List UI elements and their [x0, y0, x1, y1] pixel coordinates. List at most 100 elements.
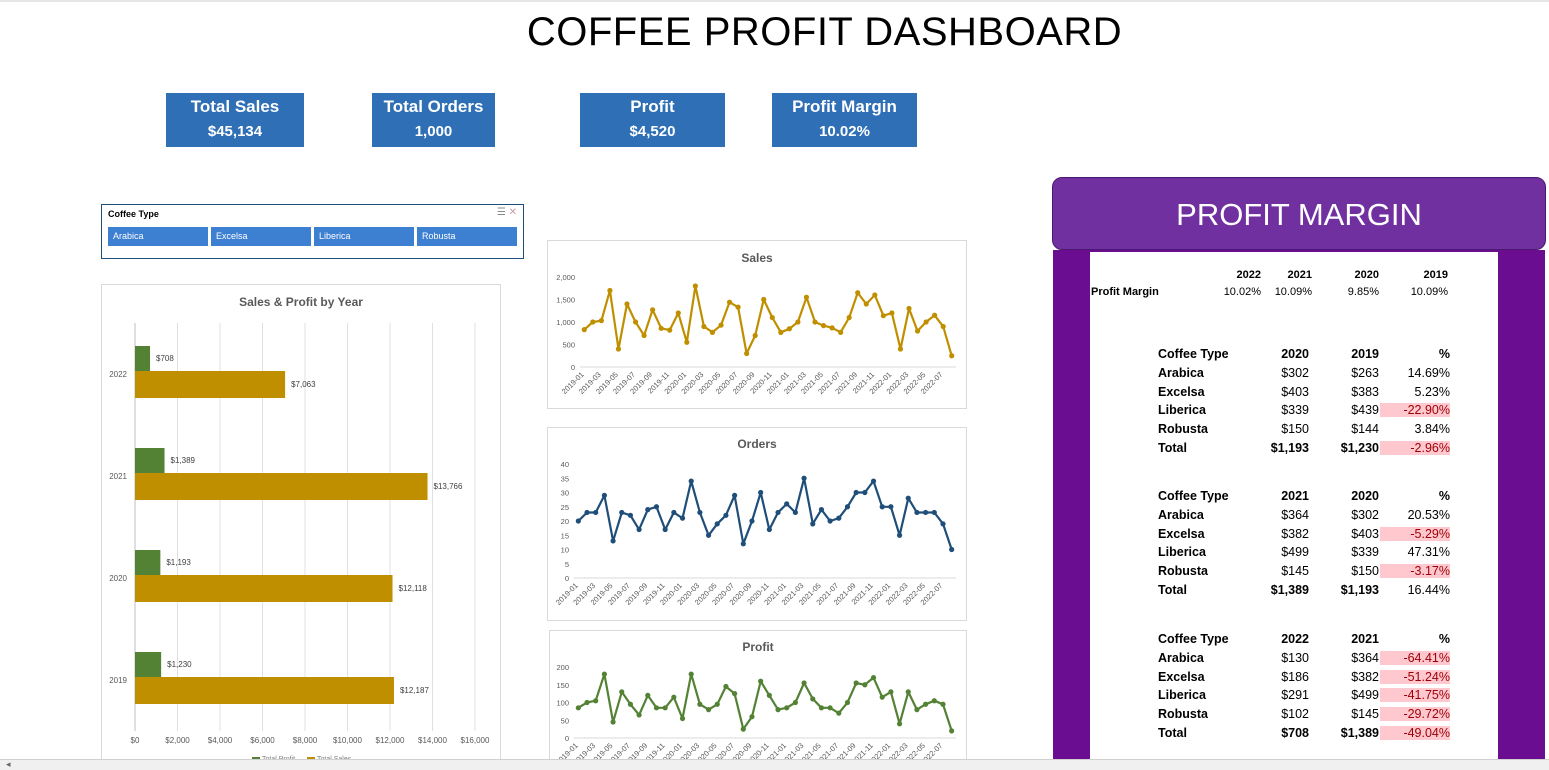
- data-point: [792, 509, 798, 516]
- chart-title: Orders: [737, 437, 777, 451]
- slicer-item-liberica[interactable]: Liberica: [314, 227, 414, 246]
- pct-change-cell: -41.75%: [1380, 688, 1450, 703]
- profit-margin-year-value: 9.85%: [1347, 286, 1379, 298]
- data-point: [744, 350, 750, 357]
- value-cell: $382: [1351, 669, 1379, 684]
- x-tick-label: $14,000: [418, 736, 447, 745]
- kpi-label: Total Sales: [190, 97, 280, 116]
- data-point: [607, 287, 613, 294]
- total-cell: -2.96%: [1380, 441, 1450, 455]
- bar-sales: [135, 473, 428, 500]
- table-header: 2020: [1351, 489, 1379, 503]
- dashboard-title: COFFEE PROFIT DASHBOARD: [526, 10, 1123, 54]
- data-point: [749, 714, 755, 720]
- orders-line-chart[interactable]: Orders 0 5 10 15 20 25 30 35 40 2019-01 2019-03 2019…: [547, 427, 967, 621]
- horizontal-scrollbar[interactable]: ◂: [0, 759, 1549, 770]
- data-point: [632, 319, 639, 325]
- data-point: [906, 305, 912, 312]
- data-point: [615, 346, 622, 352]
- value-cell: $364: [1351, 650, 1379, 665]
- kpi-total-orders: Total Orders 1,000: [372, 93, 495, 147]
- slicer-item-excelsa[interactable]: Excelsa: [211, 227, 311, 246]
- total-cell: $1,193: [1270, 441, 1309, 455]
- y-tick-label: 30: [561, 489, 569, 498]
- data-point: [784, 705, 790, 711]
- value-cell: $383: [1351, 384, 1379, 399]
- sales-line-chart[interactable]: Sales 0 500 1,000 1,500 2,000 2019-01 2019-03 20…: [547, 240, 967, 409]
- data-point: [692, 283, 698, 289]
- data-point: [810, 521, 816, 527]
- scroll-left-icon[interactable]: ◂: [6, 759, 11, 770]
- data-point: [931, 698, 937, 704]
- sales-profit-by-year-chart[interactable]: Sales & Profit by Year $0 $2,000 $4,000 $6,0…: [101, 284, 501, 762]
- data-point: [684, 339, 690, 345]
- table-header: 2021: [1351, 632, 1379, 646]
- data-point: [863, 301, 869, 307]
- data-point: [714, 701, 720, 707]
- data-point: [775, 707, 781, 713]
- table-header: %: [1438, 632, 1450, 646]
- total-label: Total: [1158, 583, 1187, 597]
- data-point: [575, 518, 581, 524]
- data-point: [650, 307, 656, 313]
- data-point: [645, 507, 651, 513]
- table-header: 2022: [1281, 632, 1309, 646]
- bar-label-sales: $12,118: [399, 584, 428, 593]
- coffee-type-label: Robusta: [1158, 564, 1208, 579]
- table-header: Coffee Type: [1158, 347, 1229, 361]
- data-point: [598, 318, 604, 324]
- data-point: [679, 715, 686, 722]
- pct-change-cell: -5.29%: [1380, 526, 1450, 541]
- value-cell: $439: [1351, 403, 1379, 418]
- clear-filter-icon[interactable]: ✕: [509, 207, 517, 218]
- y-tick-label: 2022: [109, 370, 127, 379]
- sheet-top-border: [0, 0, 1549, 2]
- kpi-label: Profit: [630, 97, 675, 116]
- year-header: 2020: [1354, 269, 1379, 281]
- series-line: [577, 477, 953, 550]
- value-cell: $403: [1351, 526, 1379, 541]
- profit-line-chart[interactable]: Profit 0 50 100 150 200 2019-01 2019-03 2019-05 2…: [549, 630, 967, 761]
- profit-margin-row-label: Profit Margin: [1091, 286, 1159, 298]
- kpi-value: 10.02%: [819, 123, 870, 140]
- value-cell: $382: [1281, 526, 1309, 541]
- profit-margin-year-value: 10.09%: [1274, 286, 1312, 298]
- profit-margin-year-value: 10.02%: [1223, 286, 1261, 298]
- table-header: %: [1438, 347, 1450, 361]
- data-point: [636, 712, 642, 718]
- pct-change-cell: 20.53%: [1407, 507, 1450, 522]
- data-point: [662, 705, 668, 711]
- y-tick-label: 0: [565, 734, 569, 743]
- data-point: [610, 719, 616, 725]
- data-point: [827, 705, 833, 711]
- slicer-controls: ☰ ✕: [497, 207, 517, 218]
- slicer-item-arabica[interactable]: Arabica: [108, 227, 208, 246]
- data-point: [732, 492, 738, 498]
- year-header: 2022: [1236, 269, 1261, 281]
- multi-select-icon[interactable]: ☰: [497, 207, 506, 218]
- y-tick-label: 200: [556, 663, 569, 672]
- value-cell: $364: [1281, 507, 1309, 522]
- data-point: [818, 705, 825, 711]
- data-point: [575, 705, 581, 711]
- data-point: [624, 301, 630, 307]
- data-point: [688, 671, 694, 677]
- bar-sales: [135, 677, 394, 704]
- pct-change-cell: 3.84%: [1414, 422, 1450, 437]
- data-point: [601, 671, 607, 677]
- data-point: [601, 492, 607, 498]
- data-point: [888, 504, 894, 510]
- data-point: [827, 518, 833, 524]
- data-point: [879, 694, 885, 700]
- bar-profit: [135, 550, 161, 575]
- data-point: [923, 701, 929, 707]
- pct-change-cell: 5.23%: [1414, 384, 1450, 399]
- value-cell: $263: [1351, 365, 1379, 380]
- series-line: [583, 284, 953, 357]
- data-point: [610, 538, 616, 544]
- data-point: [786, 326, 792, 332]
- kpi-value: $45,134: [207, 123, 263, 140]
- slicer-item-robusta[interactable]: Robusta: [417, 227, 517, 246]
- data-point: [931, 509, 937, 516]
- data-point: [940, 701, 946, 707]
